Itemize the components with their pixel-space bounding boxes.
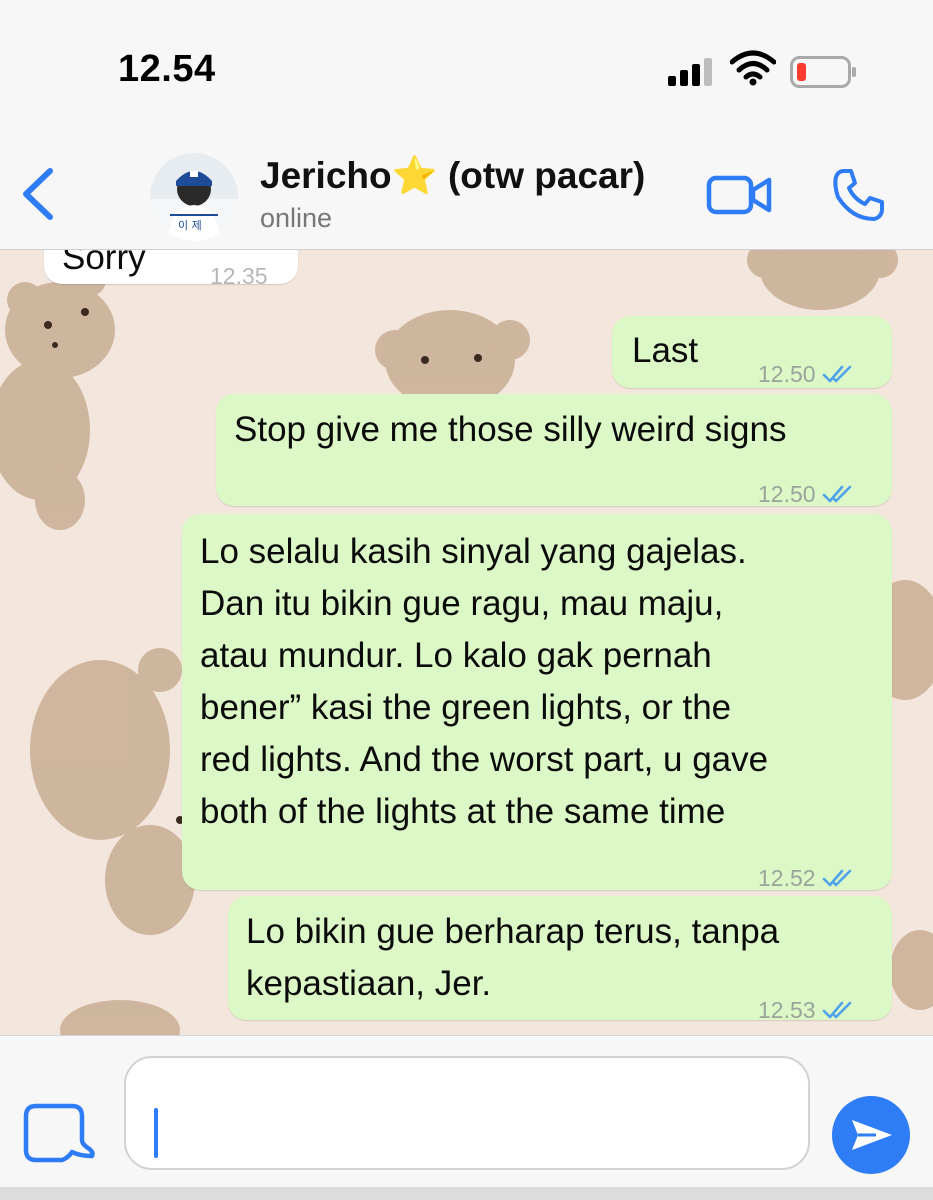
message-text-line: Lo bikin gue berharap terus, tanpa	[246, 912, 780, 951]
text-cursor	[154, 1108, 158, 1158]
contact-name[interactable]: Jericho⭐️ (otw pacar)	[260, 155, 645, 198]
read-receipt-icon	[822, 869, 851, 887]
read-receipt-icon	[822, 1001, 851, 1019]
back-chevron-icon[interactable]	[14, 163, 62, 225]
phone-icon[interactable]	[830, 167, 886, 223]
message-bubble-outgoing[interactable]: Lo bikin gue berharap terus, tanpa kepas…	[228, 896, 892, 1023]
svg-text:이 제: 이 제	[178, 219, 202, 232]
message-text-line: kepastiaan, Jer.	[246, 964, 492, 1003]
message-time: 12.50	[758, 348, 856, 400]
send-button[interactable]	[832, 1096, 910, 1174]
message-text: Sorry	[62, 250, 146, 277]
message-text-line: Dan itu bikin gue ragu, mau maju,	[200, 584, 724, 623]
avatar[interactable]: 이 제	[150, 153, 238, 241]
message-text-line: red lights. And the worst part, u gave	[200, 740, 769, 779]
message-text: Last	[632, 331, 699, 370]
message-text-line: atau mundur. Lo kalo gak pernah	[200, 636, 712, 675]
status-bar: 12.54	[0, 0, 933, 135]
message-time: 12.50	[758, 468, 856, 520]
cellular-signal-icon	[668, 58, 712, 86]
sticker-icon[interactable]	[22, 1102, 98, 1166]
message-text-line: Lo selalu kasih sinyal yang gajelas.	[200, 532, 747, 571]
message-text-line: bener” kasi the green lights, or the	[200, 688, 732, 727]
message-bubble-outgoing[interactable]: Lo selalu kasih sinyal yang gajelas. Dan…	[182, 514, 892, 891]
home-indicator-bar	[0, 1187, 933, 1200]
message-input[interactable]	[124, 1056, 810, 1170]
input-bar	[0, 1035, 933, 1187]
message-bubble-outgoing[interactable]: Stop give me those silly weird signs 12.…	[216, 394, 892, 507]
read-receipt-icon	[822, 485, 851, 503]
message-text-line: both of the lights at the same time	[200, 792, 726, 831]
message-text: Stop give me those silly weird signs	[234, 410, 787, 449]
contact-status: online	[260, 203, 333, 233]
chat-area[interactable]: Sorry 12.35 Last 12.50 Stop give me thos…	[0, 250, 933, 1035]
send-icon	[852, 1120, 892, 1150]
read-receipt-icon	[822, 365, 851, 383]
status-time: 12.54	[118, 48, 216, 90]
battery-low-icon	[790, 56, 856, 88]
wifi-icon	[730, 50, 776, 86]
message-time: 12.53	[758, 984, 856, 1035]
chat-header: 이 제 Jericho⭐️ (otw pacar) online	[0, 135, 933, 250]
video-call-icon[interactable]	[706, 173, 772, 217]
message-bubble-outgoing[interactable]: Last 12.50	[612, 316, 892, 388]
message-bubble-incoming[interactable]: Sorry 12.35	[44, 250, 298, 289]
message-time: 12.35	[210, 263, 268, 289]
